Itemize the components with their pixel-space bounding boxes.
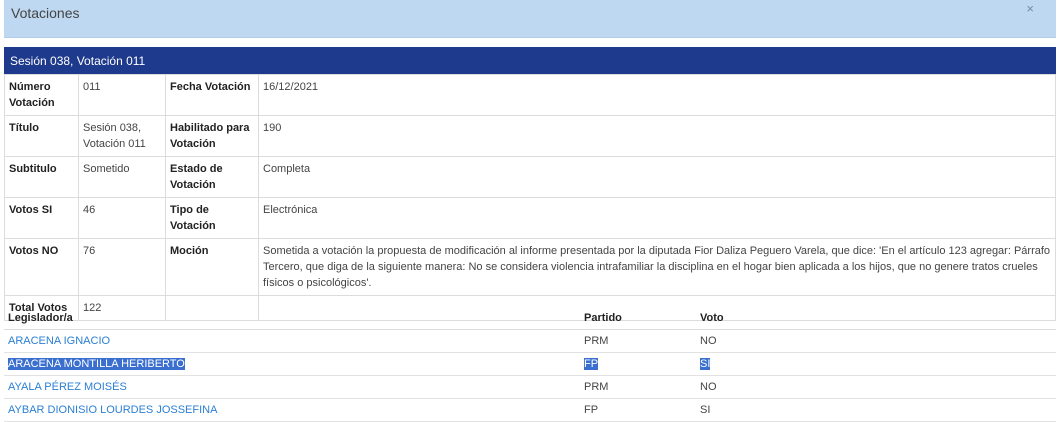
table-row: AYALA PÉREZ MOISÉS PRM NO — [4, 375, 1056, 399]
tipo-label: Tipo de Votación — [165, 197, 259, 239]
party-cell: FP — [584, 358, 599, 370]
details-row: Subtitulo Sometido Estado de Votación Co… — [4, 156, 1056, 198]
mocion-value: Sometida a votación la propuesta de modi… — [258, 238, 1056, 296]
titulo-label: Título — [4, 115, 79, 157]
habilitado-value: 190 — [258, 115, 1056, 157]
details-row: Número Votación 011 Fecha Votación 16/12… — [4, 74, 1056, 116]
party-cell: PRM — [580, 375, 696, 399]
fecha-value: 16/12/2021 — [258, 74, 1056, 116]
votos-no-label: Votos NO — [4, 238, 79, 296]
vote-details-table: Número Votación 011 Fecha Votación 16/12… — [4, 74, 1056, 321]
habilitado-label: Habilitado para Votación — [165, 115, 259, 157]
numero-label: Número Votación — [4, 74, 79, 116]
party-cell: FP — [580, 398, 696, 422]
details-row: Título Sesión 038, Votación 011 Habilita… — [4, 115, 1056, 157]
vote-cell: NO — [696, 329, 1056, 353]
estado-value: Completa — [258, 156, 1056, 198]
fecha-label: Fecha Votación — [165, 74, 259, 116]
legislator-column-header[interactable]: Legislador/a — [4, 306, 580, 330]
vote-cell: NO — [696, 375, 1056, 399]
vote-cell: SI — [700, 358, 711, 370]
dialog-titlebar: Votaciones × — [4, 0, 1056, 38]
legislator-link[interactable]: ARACENA MONTILLA HERIBERTO — [8, 358, 185, 370]
table-row: AYBAR DIONISIO LOURDES JOSSEFINA FP SI — [4, 398, 1056, 422]
party-column-header[interactable]: Partido — [580, 306, 696, 330]
table-row: ARACENA IGNACIO PRM NO — [4, 329, 1056, 353]
titulo-value: Sesión 038, Votación 011 — [78, 115, 166, 157]
votos-si-label: Votos SI — [4, 197, 79, 239]
table-row: ARACENA MONTILLA HERIBERTO FP SI — [4, 352, 1056, 376]
session-header: Sesión 038, Votación 011 — [4, 47, 1056, 74]
numero-value: 011 — [78, 74, 166, 116]
mocion-label: Moción — [165, 238, 259, 296]
legislators-header-row: Legislador/a Partido Voto — [4, 306, 1056, 330]
legislator-link[interactable]: ARACENA IGNACIO — [8, 335, 110, 347]
close-icon[interactable]: × — [1026, 1, 1034, 16]
tipo-value: Electrónica — [258, 197, 1056, 239]
legislator-link[interactable]: AYALA PÉREZ MOISÉS — [8, 381, 127, 393]
subtitulo-value: Sometido — [78, 156, 166, 198]
legislator-link[interactable]: AYBAR DIONISIO LOURDES JOSSEFINA — [8, 404, 217, 416]
details-row: Votos NO 76 Moción Sometida a votación l… — [4, 238, 1056, 296]
dialog-title: Votaciones — [11, 5, 80, 21]
votos-si-value: 46 — [78, 197, 166, 239]
votos-no-value: 76 — [78, 238, 166, 296]
estado-label: Estado de Votación — [165, 156, 259, 198]
details-row: Votos SI 46 Tipo de Votación Electrónica — [4, 197, 1056, 239]
vote-column-header[interactable]: Voto — [696, 306, 1056, 330]
subtitulo-label: Subtitulo — [4, 156, 79, 198]
party-cell: PRM — [580, 329, 696, 353]
vote-cell: SI — [696, 398, 1056, 422]
legislators-table: Legislador/a Partido Voto ARACENA IGNACI… — [4, 306, 1056, 422]
